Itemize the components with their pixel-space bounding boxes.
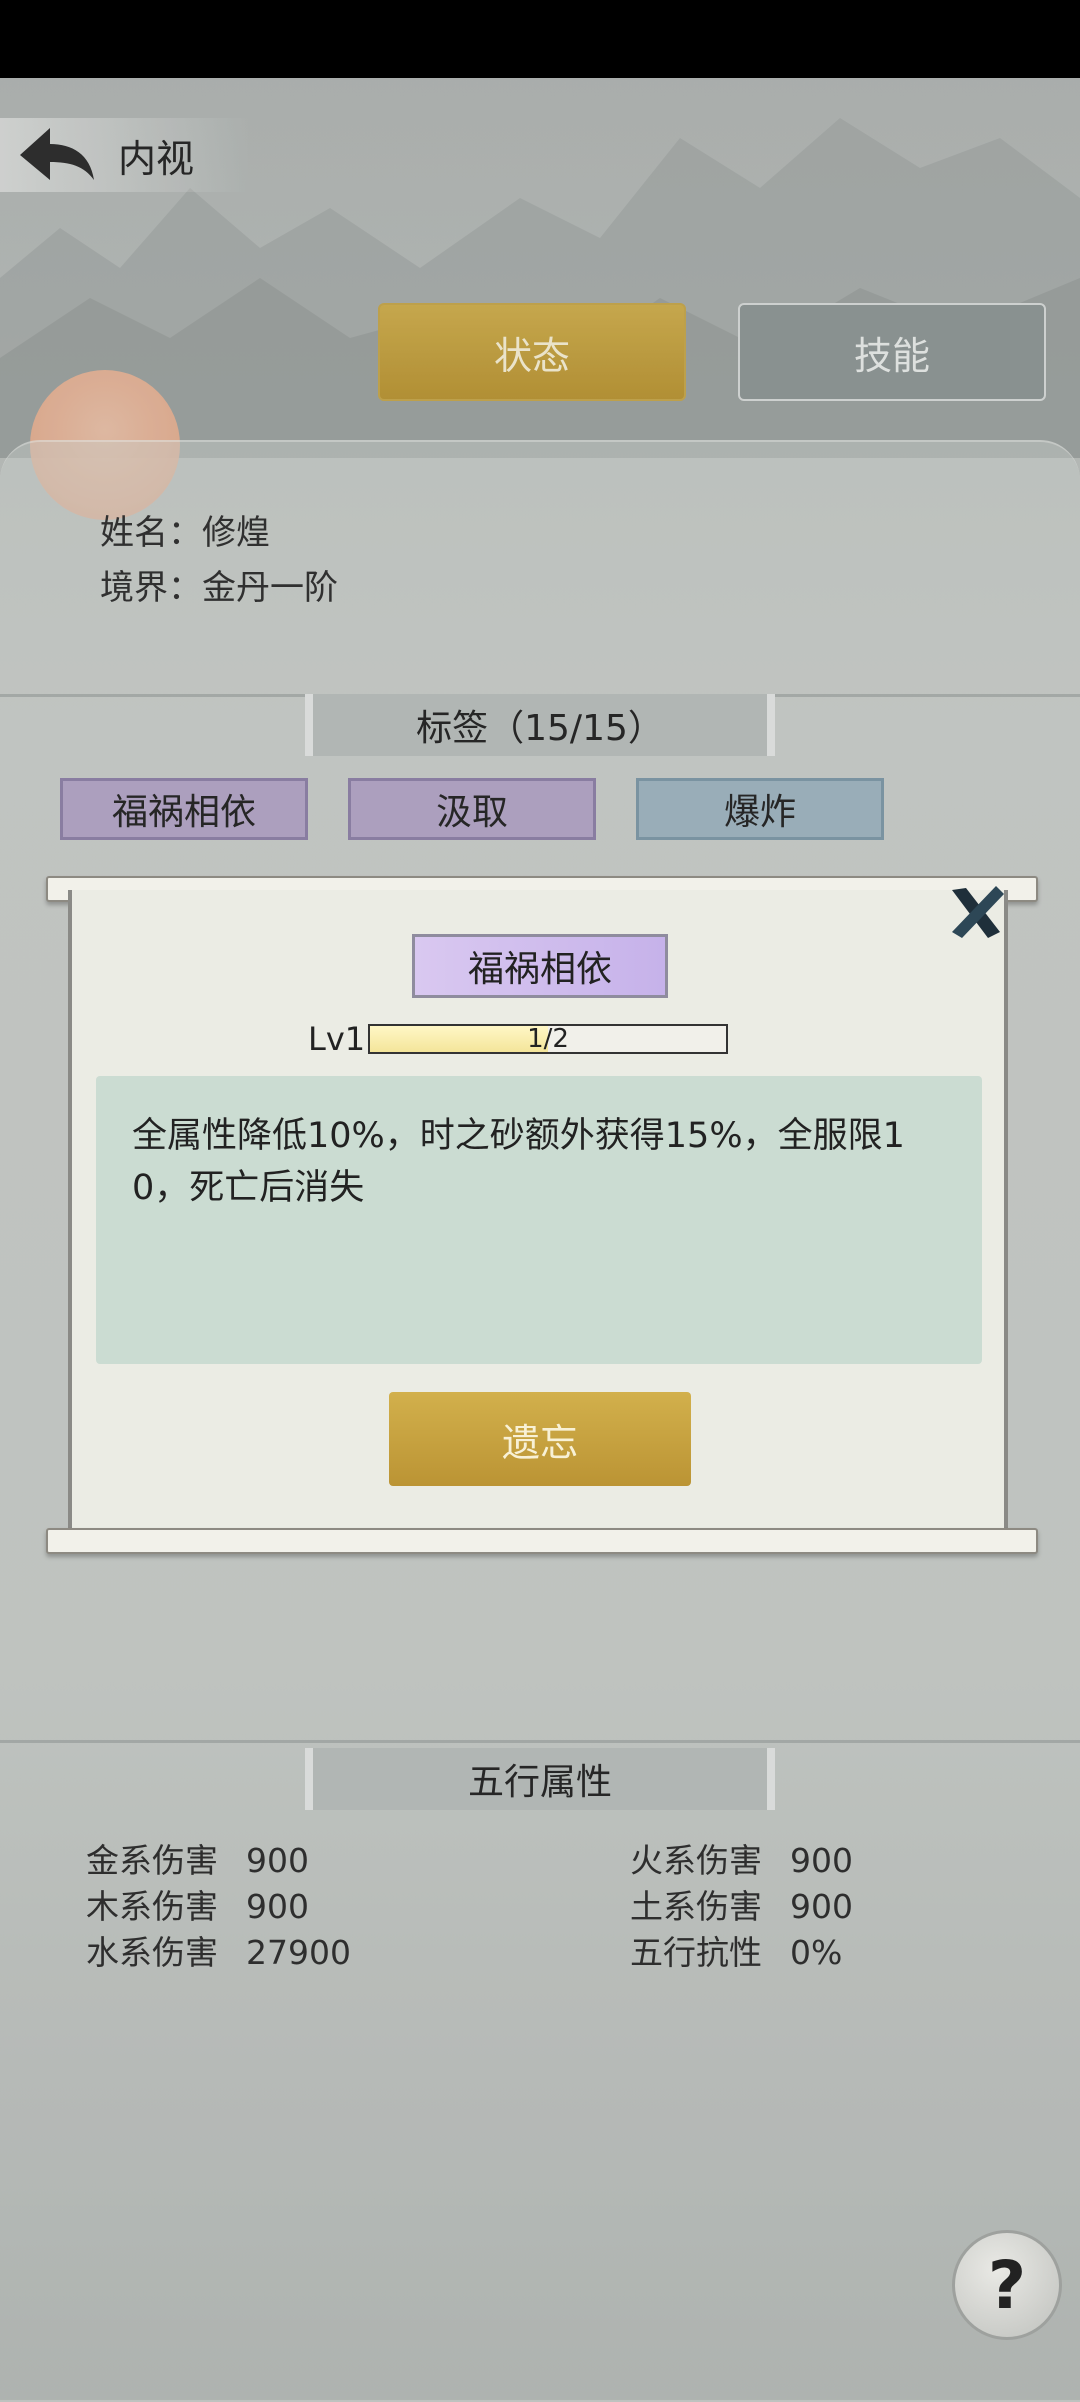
dialog-tag-name: 福祸相依	[412, 934, 668, 998]
level-label: Lv1	[308, 1020, 366, 1058]
scroll-bottom-rod	[46, 1528, 1038, 1554]
close-icon[interactable]	[944, 880, 1008, 944]
level-progress-bar: 1/2	[368, 1024, 728, 1054]
level-progress-text: 1/2	[527, 1024, 569, 1054]
status-bar	[0, 0, 1080, 78]
tag-description: 全属性降低10%，时之砂额外获得15%，全服限10，死亡后消失	[96, 1076, 982, 1364]
help-button[interactable]: ?	[952, 2230, 1062, 2340]
forget-button[interactable]: 遗忘	[389, 1392, 691, 1486]
